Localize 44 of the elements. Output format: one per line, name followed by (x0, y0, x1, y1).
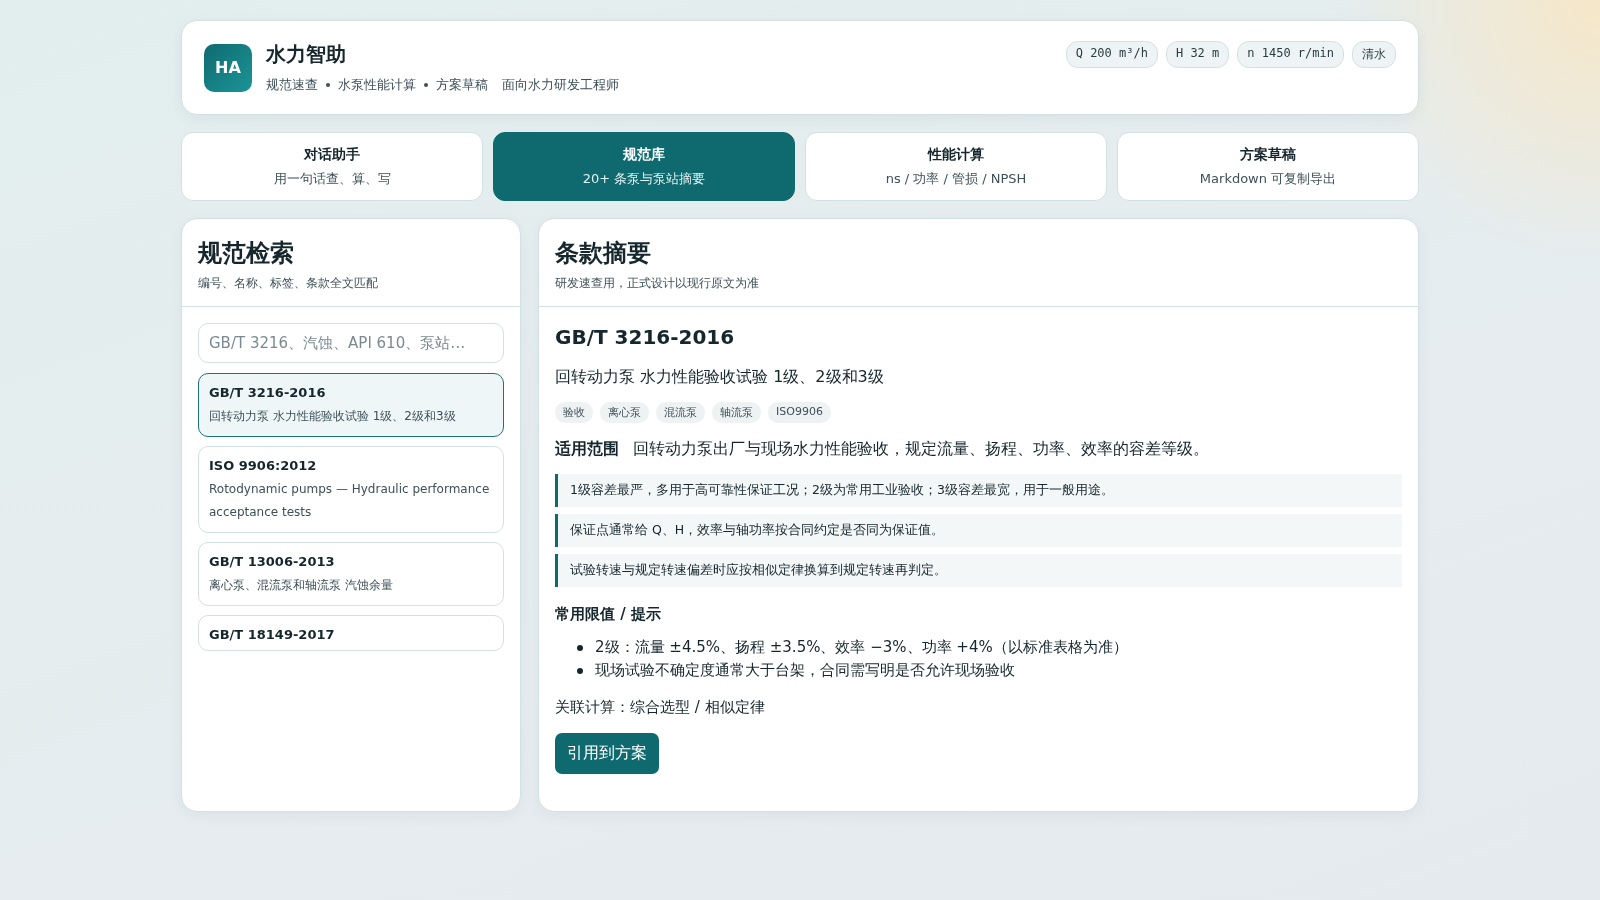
scope-text: 回转动力泵出厂与现场水力性能验收，规定流量、扬程、功率、效率的容差等级。 (633, 439, 1209, 460)
parameter-chip: H 32 m (1165, 41, 1230, 68)
search-field[interactable]: GB/T 3216、汽蚀、API 610、泵站… (198, 323, 504, 363)
feature-label: 方案草稿 (436, 76, 488, 94)
panel-title: 规范检索 (198, 238, 295, 269)
tag: 离心泵 (600, 402, 649, 423)
tag: ISO9906 (768, 402, 831, 423)
parameter-chip: 清水 (1352, 41, 1396, 68)
standard-name: 回转动力泵 水力性能验收试验 1级、2级和3级 (555, 367, 885, 388)
list-text: 现场试验不确定度通常大于台架，合同需写明是否允许现场验收 (595, 661, 1015, 680)
tag: 混流泵 (656, 402, 705, 423)
nav-tab[interactable]: 规范库 20+ 条泵与泵站摘要 (493, 132, 795, 201)
standard-item[interactable]: GB/T 18149-2017 (198, 615, 504, 651)
bullet-icon (577, 644, 583, 651)
app-title: 水力智助 (266, 41, 347, 68)
nav-tab[interactable]: 方案草稿 Markdown 可复制导出 (1117, 132, 1419, 201)
note-block: 保证点通常给 Q、H，效率与轴功率按合同约定是否同为保证值。 (555, 514, 1402, 547)
tag: 验收 (555, 402, 593, 423)
cite-button[interactable]: 引用到方案 (555, 733, 659, 774)
bullet-icon (577, 667, 583, 674)
standard-item[interactable]: ISO 9906:2012 Rotodynamic pumps — Hydraulic performance acceptance tests (198, 446, 504, 533)
standard-item[interactable]: GB/T 3216-2016 回转动力泵 水力性能验收试验 1级、2级和3级 (198, 373, 504, 437)
standard-code: GB/T 3216-2016 (555, 325, 736, 349)
standard-item[interactable]: GB/T 13006-2013 离心泵、混流泵和轴流泵 汽蚀余量 (198, 542, 504, 606)
note-block: 1级容差最严，多用于高可靠性保证工况；2级为常用工业验收；3级容差最宽，用于一般用途。 (555, 474, 1402, 507)
list-text: 2级：流量 ±4.5%、扬程 ±3.5%、效率 −3%、功率 +4%（以标准表格为准） (595, 638, 1128, 657)
panel-subtitle: 研发速查用，正式设计以现行原文为准 (555, 275, 760, 292)
panel-subtitle: 编号、名称、标签、条款全文匹配 (198, 275, 379, 292)
parameter-chip: Q 200 m³/h (1065, 41, 1158, 68)
separator-dot (424, 83, 428, 87)
feature-label: 规范速查 (266, 76, 318, 94)
panel-title: 条款摘要 (555, 238, 652, 269)
audience-label: 面向水力研发工程师 (502, 76, 619, 94)
scope-label: 适用范围 (555, 439, 619, 460)
tag: 轴流泵 (712, 402, 761, 423)
feature-label: 水泵性能计算 (338, 76, 416, 94)
nav-tab[interactable]: 对话助手 用一句话查、算、写 (181, 132, 483, 201)
parameter-chip: n 1450 r/min (1237, 41, 1344, 68)
separator-dot (326, 83, 330, 87)
nav-tab[interactable]: 性能计算 ns / 功率 / 管损 / NPSH (805, 132, 1107, 201)
related-text: 关联计算：综合选型 / 相似定律 (555, 698, 766, 717)
section-title: 常用限值 / 提示 (555, 605, 662, 624)
logo-badge: HA (204, 43, 252, 92)
note-block: 试验转速与规定转速偏差时应按相似定律换算到规定转速再判定。 (555, 554, 1402, 587)
